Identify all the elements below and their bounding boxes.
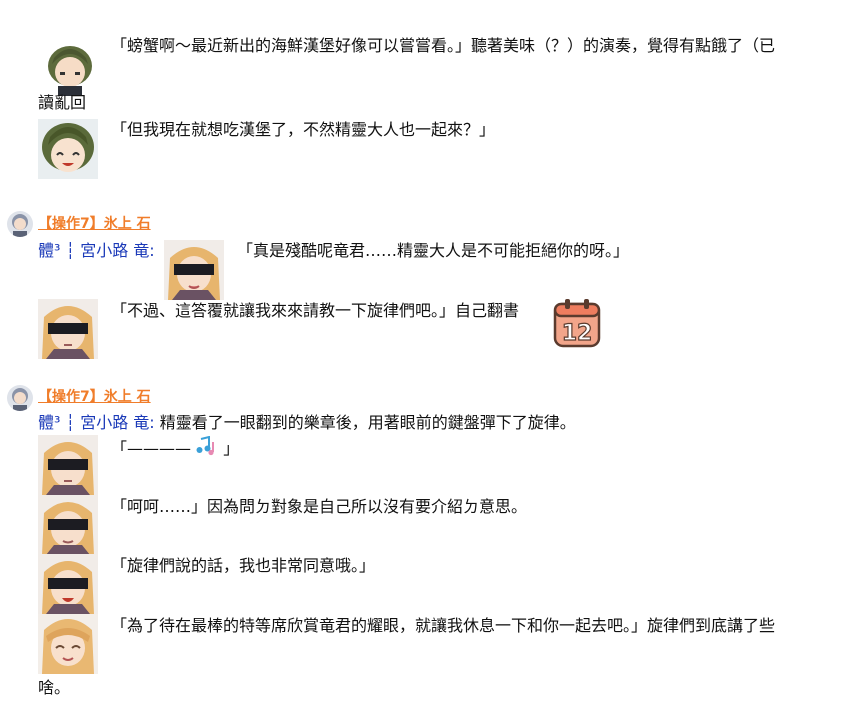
chat-text: 「———— — [111, 439, 192, 458]
chat-line: 「———— 」 — [111, 436, 239, 460]
chat-line: 「螃蟹啊～最近新出的海鮮漢堡好像可以嘗嘗看。」聽著美味（？）的演奏，覺得有點餓了… — [111, 36, 776, 55]
avatar-blindfold-character — [164, 240, 224, 300]
speaker-name: 體³ ┆ 宮小路 竜: — [38, 241, 155, 260]
avatar-blindfold-character — [38, 299, 98, 359]
avatar-green-hair-boy — [40, 36, 100, 96]
chat-line: 啥。 — [38, 678, 71, 697]
username-link[interactable]: 【操作7】氷上 石 — [38, 214, 151, 234]
calendar-sticker: 12 — [553, 298, 601, 348]
chat-line: 「呵呵……」因為問ㄉ對象是自己所以沒有要介紹ㄉ意思。 — [111, 497, 528, 516]
user-avatar[interactable] — [7, 211, 33, 237]
username-link[interactable]: 【操作7】氷上 石 — [38, 387, 151, 407]
sticker-number: 12 — [562, 321, 593, 346]
chat-line: 「不過、這答覆就讓我來來請教一下旋律們吧。」自己翻書 — [111, 301, 520, 320]
speaker-name: 體³ ┆ 宮小路 竜: — [38, 413, 155, 432]
avatar-green-hair-boy-laughing — [38, 119, 98, 179]
chat-line: 「為了待在最棒的特等席欣賞竜君的耀眼，就讓我休息一下和你一起去吧。」旋律們到底講… — [111, 616, 776, 635]
avatar-blonde-character-smiling — [38, 614, 98, 674]
avatar-blindfold-character — [38, 554, 98, 614]
chat-text: 」 — [223, 439, 240, 458]
chat-line: 「旋律們說的話，我也非常同意哦。」 — [111, 556, 376, 575]
avatar-blindfold-character — [38, 495, 98, 555]
chat-line: 「但我現在就想吃漢堡了，不然精靈大人也一起來？」 — [111, 120, 496, 139]
chat-line: 體³ ┆ 宮小路 竜: 精靈看了一眼翻到的樂章後，用著眼前的鍵盤彈下了旋律。 — [38, 412, 576, 434]
avatar-blindfold-character — [38, 435, 98, 495]
chat-line: 「真是殘酷呢竜君……精靈大人是不可能拒絕你的呀。」 — [237, 241, 630, 260]
chat-text: 精靈看了一眼翻到的樂章後，用著眼前的鍵盤彈下了旋律。 — [159, 413, 576, 432]
music-notes-icon — [196, 436, 223, 458]
chat-line: 讀亂回 — [38, 93, 87, 112]
user-avatar[interactable] — [7, 385, 33, 411]
